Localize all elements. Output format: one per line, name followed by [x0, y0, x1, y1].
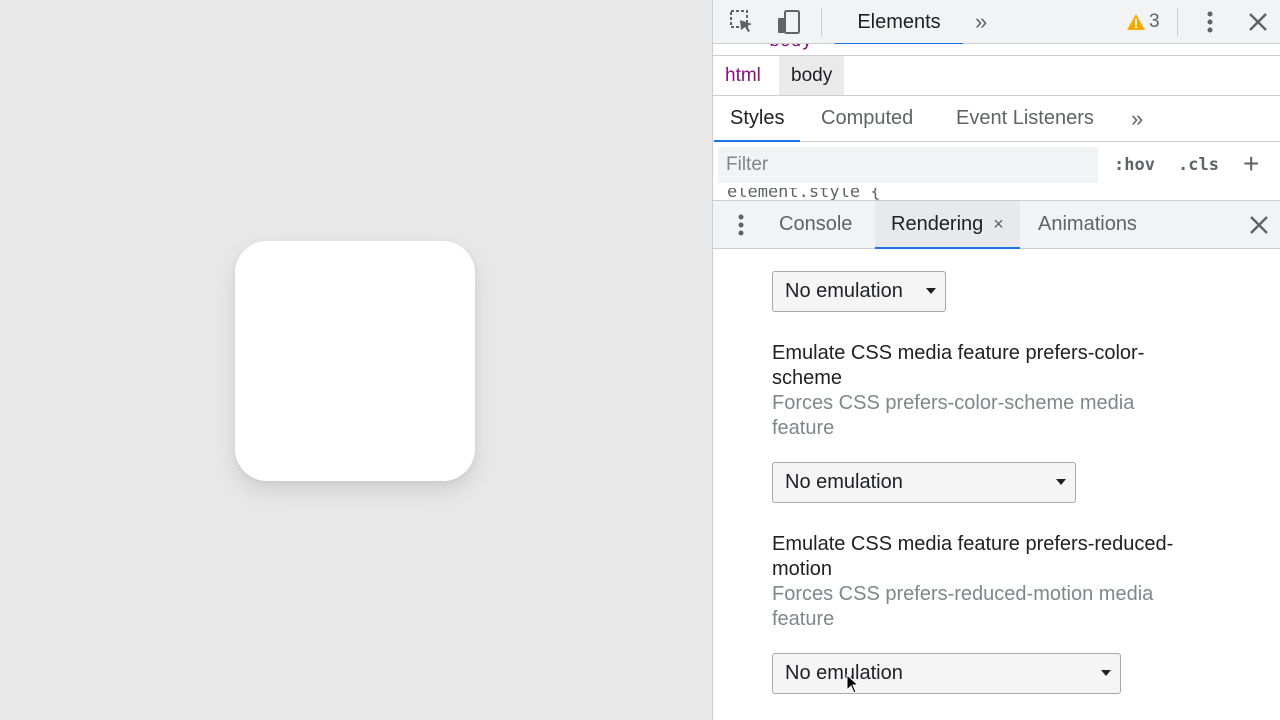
- dropdown-caret-icon: [1056, 479, 1066, 485]
- breadcrumb-item-body[interactable]: body: [779, 56, 845, 95]
- drawer-tab-console[interactable]: Console: [779, 201, 852, 248]
- devtools-panel: Elements » 3 body html b: [712, 0, 1280, 720]
- dropdown-caret-icon: [1101, 670, 1111, 676]
- page-preview: [0, 0, 712, 720]
- close-drawer-icon[interactable]: [1245, 211, 1273, 239]
- prefers-color-scheme-title: Emulate CSS media feature prefers-color-…: [772, 342, 1145, 389]
- emulation-select-1[interactable]: No emulation: [772, 271, 946, 312]
- drawer-tab-rendering-label: Rendering: [891, 213, 984, 235]
- breadcrumb: html body: [713, 56, 1280, 96]
- prefers-reduced-motion-select[interactable]: No emulation: [772, 653, 1121, 694]
- rendering-panel: No emulation Emulate CSS media feature p…: [713, 249, 1280, 720]
- inspect-element-icon[interactable]: [728, 8, 756, 36]
- prefers-color-scheme-desc: Forces CSS prefers-color-scheme media fe…: [772, 392, 1135, 439]
- more-subtabs-chevron-icon[interactable]: »: [1131, 96, 1143, 141]
- toolbar-separator: [1177, 8, 1178, 36]
- select-value: No emulation: [785, 662, 903, 684]
- styles-subtabs: Styles Computed Event Listeners »: [713, 96, 1280, 142]
- drawer-tab-rendering[interactable]: Rendering ×: [875, 201, 1020, 249]
- prefers-color-scheme-select[interactable]: No emulation: [772, 462, 1076, 503]
- drawer-tab-animations[interactable]: Animations: [1038, 201, 1137, 248]
- kebab-menu-icon[interactable]: [1196, 8, 1224, 36]
- drawer-tabbar: Console Rendering × Animations: [713, 201, 1280, 249]
- styles-filter-bar: :hov .cls +: [713, 142, 1280, 188]
- tab-computed[interactable]: Computed: [821, 96, 913, 141]
- style-rule-text: element.style {: [727, 188, 881, 201]
- select-value: No emulation: [785, 280, 903, 302]
- tab-elements[interactable]: Elements: [835, 0, 963, 46]
- device-toolbar-icon[interactable]: [775, 8, 803, 36]
- mouse-cursor-icon: [846, 674, 860, 694]
- close-tab-icon[interactable]: ×: [993, 214, 1004, 234]
- close-devtools-icon[interactable]: [1244, 8, 1272, 36]
- styles-filter-input[interactable]: [718, 147, 1098, 183]
- warning-count: 3: [1149, 11, 1160, 32]
- toolbar-separator: [821, 8, 822, 36]
- breadcrumb-item-html[interactable]: html: [713, 56, 773, 95]
- hov-toggle[interactable]: :hov: [1114, 150, 1155, 180]
- prefers-reduced-motion-desc: Forces CSS prefers-reduced-motion media …: [772, 583, 1154, 630]
- tab-styles[interactable]: Styles: [713, 96, 802, 142]
- devtools-toolbar: Elements » 3: [713, 0, 1280, 46]
- warning-icon: [1127, 14, 1145, 30]
- cls-toggle[interactable]: .cls: [1178, 150, 1219, 180]
- drawer-menu-icon[interactable]: [729, 211, 753, 239]
- tab-event-listeners[interactable]: Event Listeners: [956, 96, 1094, 141]
- dom-node-text: body: [769, 44, 812, 51]
- select-value: No emulation: [785, 471, 903, 493]
- prefers-reduced-motion-title: Emulate CSS media feature prefers-reduce…: [772, 533, 1174, 580]
- new-style-rule-plus-icon[interactable]: +: [1243, 148, 1259, 180]
- dom-tree-peek: body: [713, 44, 1280, 56]
- more-tabs-chevron-icon[interactable]: »: [975, 8, 987, 36]
- white-rounded-card: [235, 241, 475, 481]
- dropdown-caret-icon: [926, 288, 936, 294]
- style-rule-peek: element.style {: [713, 188, 1280, 201]
- warnings-counter[interactable]: 3: [1127, 8, 1160, 36]
